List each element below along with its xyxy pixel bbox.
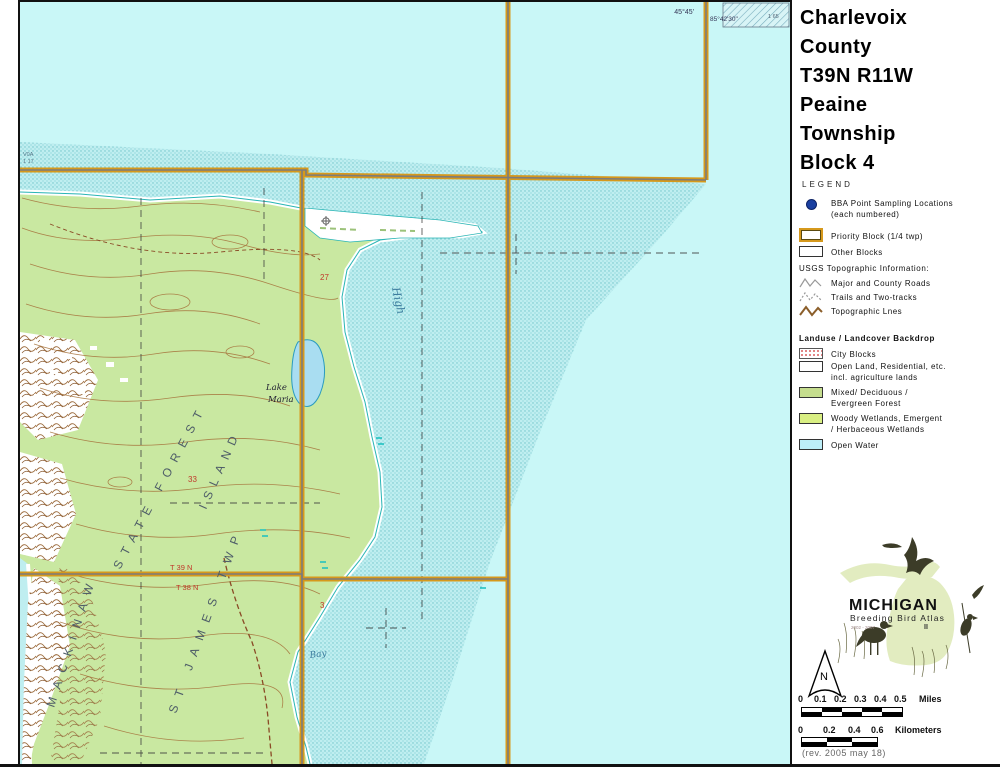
- legend-item-topo-lines: Topographic Lnes: [798, 305, 902, 317]
- miles-tick-0: 0: [798, 694, 803, 704]
- city-blocks-label: City Blocks: [831, 349, 876, 360]
- section-33: 33: [188, 475, 197, 484]
- km-scale-bar: [801, 737, 878, 747]
- other-blocks-swatch: [799, 246, 823, 257]
- trails-label: Trails and Two-tracks: [831, 292, 917, 303]
- miles-tick-2: 0.2: [834, 694, 847, 704]
- topo-label: Topographic Lnes: [831, 306, 902, 317]
- priority-block-swatch: [799, 228, 823, 242]
- km-ticks: 0 0.2 0.4 0.6 Kilometers: [797, 725, 997, 735]
- legend-item-wetlands: Woody Wetlands, Emergent / Herbaceous We…: [798, 413, 942, 435]
- legend-heading: LEGEND: [802, 180, 853, 189]
- other-blocks-label: Other Blocks: [831, 247, 883, 258]
- miles-tick-4: 0.4: [874, 694, 887, 704]
- usgs-heading: USGS Topographic Information:: [799, 264, 929, 273]
- perched-bird-icon: [958, 585, 984, 653]
- miles-tick-1: 0.1: [814, 694, 827, 704]
- km-tick-1: 0.2: [823, 725, 836, 735]
- legend-item-bba-points: BBA Point Sampling Locations (each numbe…: [798, 198, 953, 220]
- open-land-line2: incl. agriculture lands: [831, 373, 918, 382]
- legend-item-city-blocks: City Blocks: [798, 348, 876, 360]
- legend-item-roads: Major and County Roads: [798, 277, 931, 289]
- north-label: N: [820, 671, 828, 683]
- forest-line2: Evergreen Forest: [831, 399, 901, 408]
- logo-name: MICHIGAN: [849, 597, 938, 614]
- bba-label-line1: BBA Point Sampling Locations: [831, 199, 953, 208]
- km-tick-0: 0: [798, 725, 803, 735]
- section-27: 27: [320, 273, 329, 282]
- open-land-line1: Open Land, Residential, etc.: [831, 362, 946, 371]
- miles-unit: Miles: [919, 694, 942, 704]
- spot-elevation: 1 65: [768, 14, 779, 20]
- forest-swatch: [799, 387, 823, 398]
- topographic-map: 45°45' 85°42'30" 1 65 V0A 1 17 MACKINAW …: [18, 0, 792, 766]
- miles-tick-3: 0.3: [854, 694, 867, 704]
- roads-label: Major and County Roads: [831, 278, 931, 289]
- hatched-block: [723, 3, 789, 27]
- miles-ticks: 0 0.1 0.2 0.3 0.4 0.5 Miles: [797, 694, 997, 704]
- bba-label-line2: (each numbered): [831, 210, 899, 219]
- km-unit: Kilometers: [895, 725, 942, 735]
- legend-item-open-land: Open Land, Residential, etc. incl. agric…: [798, 361, 946, 383]
- township-38: T 38 N: [176, 583, 198, 592]
- logo-numeral: II: [924, 624, 928, 631]
- topo-line-icon: [798, 305, 824, 317]
- map-sheet: 45°45' 85°42'30" 1 65 V0A 1 17 MACKINAW …: [0, 0, 1000, 768]
- hawk-wing-icon: [882, 543, 902, 548]
- label-lake: Lake: [265, 383, 287, 393]
- forest-line1: Mixed/ Deciduous /: [831, 388, 908, 397]
- km-tick-2: 0.4: [848, 725, 861, 735]
- wetland-line2: / Herbaceous Wetlands: [831, 425, 925, 434]
- legend-item-priority-block: Priority Block (1/4 twp): [798, 228, 923, 242]
- section-3: 3: [320, 601, 325, 610]
- bba-point-icon: [806, 199, 817, 210]
- miles-scale-bar: [801, 707, 903, 717]
- wetland-line1: Woody Wetlands, Emergent: [831, 414, 942, 423]
- edge-note-1: V0A: [23, 152, 34, 158]
- edge-note-2: 1 17: [23, 159, 34, 165]
- revision-note: (rev. 2005 may 18): [802, 748, 886, 758]
- trails-line-icon: [798, 291, 824, 303]
- city-blocks-swatch: [799, 348, 823, 359]
- logo-subtitle: Breeding Bird Atlas: [850, 613, 945, 623]
- open-land-swatch: [799, 361, 823, 372]
- km-tick-3: 0.6: [871, 725, 884, 735]
- landuse-heading: Landuse / Landcover Backdrop: [799, 334, 935, 343]
- label-maria: Maria: [267, 395, 294, 405]
- roads-line-icon: [798, 277, 824, 289]
- logo-years: 2002 - 2007: [851, 625, 876, 630]
- legend-item-forest: Mixed/ Deciduous / Evergreen Forest: [798, 387, 908, 409]
- map-canvas: 45°45' 85°42'30" 1 65 V0A 1 17 MACKINAW …: [20, 2, 790, 764]
- map-title: Charlevoix County T39N R11W Peaine Towns…: [800, 4, 913, 178]
- legend-panel: Charlevoix County T39N R11W Peaine Towns…: [794, 0, 1000, 766]
- coord-lat: 45°45': [674, 8, 694, 16]
- miles-tick-5: 0.5: [894, 694, 907, 704]
- open-water-swatch: [799, 439, 823, 450]
- legend-item-other-blocks: Other Blocks: [798, 246, 883, 258]
- open-water-label: Open Water: [831, 440, 879, 451]
- township-39: T 39 N: [170, 563, 192, 572]
- wetland-swatch: [799, 413, 823, 424]
- legend-item-open-water: Open Water: [798, 439, 879, 451]
- legend-item-trails: Trails and Two-tracks: [798, 291, 917, 303]
- coord-lon: 85°42'30": [710, 15, 739, 23]
- priority-block-label: Priority Block (1/4 twp): [831, 231, 923, 242]
- bottom-border: [0, 764, 1000, 767]
